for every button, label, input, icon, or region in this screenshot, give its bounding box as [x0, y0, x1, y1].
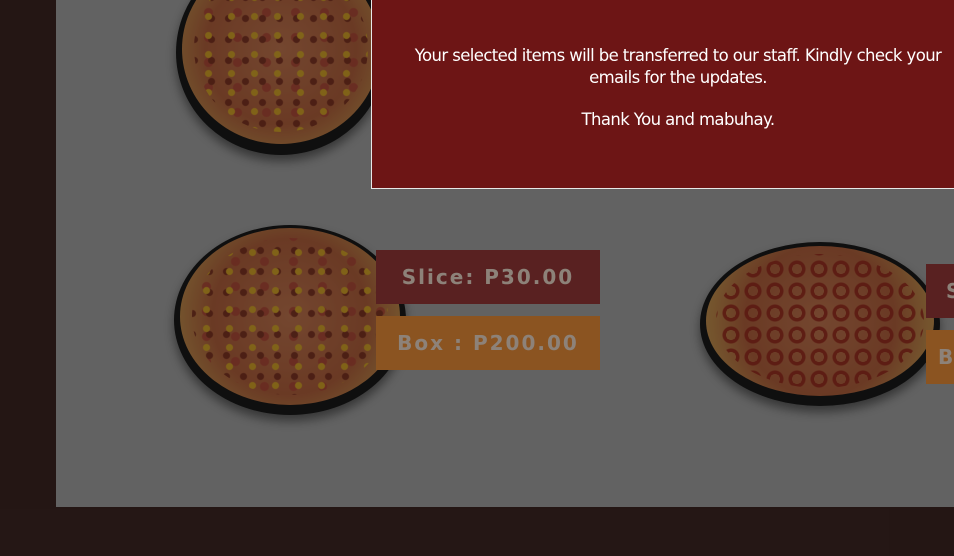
- thank-you-text: Thank You and mabuhay.: [581, 110, 775, 129]
- confirmation-dialog: Your selected items will be transferred …: [371, 0, 954, 189]
- confirmation-message: Your selected items will be transferred …: [414, 46, 942, 87]
